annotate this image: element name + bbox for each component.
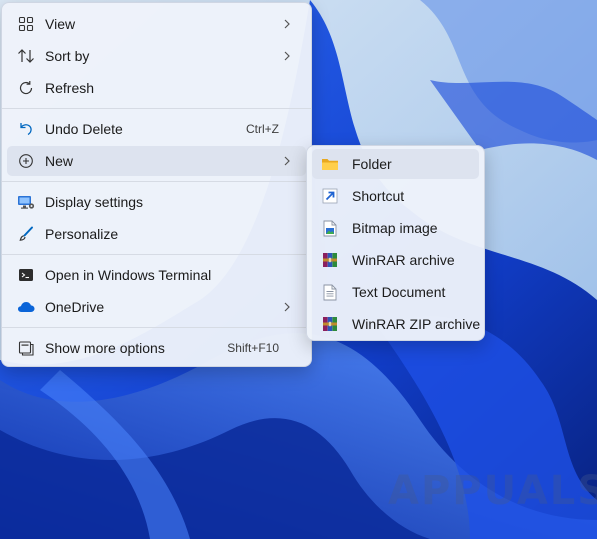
- folder-icon: [320, 154, 340, 174]
- bitmap-image-icon: [320, 218, 340, 238]
- submenu-item-label: WinRAR archive: [352, 252, 455, 268]
- new-plus-icon: [16, 151, 36, 171]
- view-grid-icon: [16, 14, 36, 34]
- menu-item-refresh[interactable]: Refresh: [7, 73, 306, 103]
- submenu-item-label: Folder: [352, 156, 392, 172]
- submenu-item-shortcut[interactable]: Shortcut: [312, 181, 479, 211]
- undo-icon: [16, 119, 36, 139]
- submenu-item-folder[interactable]: Folder: [312, 149, 479, 179]
- menu-item-label: New: [45, 153, 74, 169]
- submenu-item-label: WinRAR ZIP archive: [352, 316, 481, 332]
- shortcut-arrow-icon: [320, 186, 340, 206]
- submenu-item-winrar-zip-archive[interactable]: WinRAR ZIP archive: [312, 309, 481, 339]
- menu-separator: [2, 254, 311, 255]
- menu-item-open-terminal[interactable]: Open in Windows Terminal: [7, 260, 306, 290]
- menu-item-label: Personalize: [45, 226, 119, 242]
- winrar-zip-icon: [320, 314, 340, 334]
- winrar-archive-icon: [320, 250, 340, 270]
- menu-item-label: Sort by: [45, 48, 90, 64]
- menu-item-undo-delete[interactable]: Undo Delete Ctrl+Z: [7, 114, 306, 144]
- submenu-item-label: Shortcut: [352, 188, 405, 204]
- desktop-context-menu: View Sort by Refresh Undo Delete Ctrl+Z …: [1, 2, 312, 367]
- menu-item-label: Open in Windows Terminal: [45, 267, 212, 283]
- display-settings-icon: [16, 192, 36, 212]
- new-submenu: Folder Shortcut Bitmap image WinRAR arch…: [306, 145, 485, 341]
- menu-item-display-settings[interactable]: Display settings: [7, 187, 306, 217]
- menu-separator: [2, 181, 311, 182]
- chevron-right-icon: [282, 302, 292, 312]
- watermark-text: APPUALS: [388, 468, 597, 514]
- refresh-icon: [16, 78, 36, 98]
- terminal-icon: [16, 265, 36, 285]
- menu-separator: [2, 327, 311, 328]
- menu-separator: [2, 108, 311, 109]
- submenu-item-bitmap-image[interactable]: Bitmap image: [312, 213, 479, 243]
- text-document-icon: [320, 282, 340, 302]
- show-more-options-icon: [16, 338, 36, 358]
- sort-icon: [16, 46, 36, 66]
- menu-item-show-more-options[interactable]: Show more options Shift+F10: [7, 333, 306, 363]
- menu-item-label: Show more options: [45, 340, 165, 356]
- menu-item-onedrive[interactable]: OneDrive: [7, 292, 306, 322]
- chevron-right-icon: [282, 19, 292, 29]
- submenu-item-label: Text Document: [352, 284, 446, 300]
- menu-item-label: Undo Delete: [45, 121, 123, 137]
- menu-item-sort-by[interactable]: Sort by: [7, 41, 306, 71]
- menu-item-label: View: [45, 16, 76, 32]
- menu-item-personalize[interactable]: Personalize: [7, 219, 306, 249]
- menu-item-view[interactable]: View: [7, 9, 306, 39]
- chevron-right-icon: [282, 156, 292, 166]
- menu-item-label: OneDrive: [45, 299, 105, 315]
- menu-item-new[interactable]: New: [7, 146, 306, 176]
- onedrive-cloud-icon: [16, 297, 36, 317]
- submenu-item-winrar-archive[interactable]: WinRAR archive: [312, 245, 479, 275]
- shortcut-text: Ctrl+Z: [246, 122, 279, 136]
- personalize-brush-icon: [16, 224, 36, 244]
- chevron-right-icon: [282, 51, 292, 61]
- shortcut-text: Shift+F10: [227, 341, 279, 355]
- submenu-item-text-document[interactable]: Text Document: [312, 277, 479, 307]
- submenu-item-label: Bitmap image: [352, 220, 438, 236]
- menu-item-label: Display settings: [45, 194, 144, 210]
- menu-item-label: Refresh: [45, 80, 95, 96]
